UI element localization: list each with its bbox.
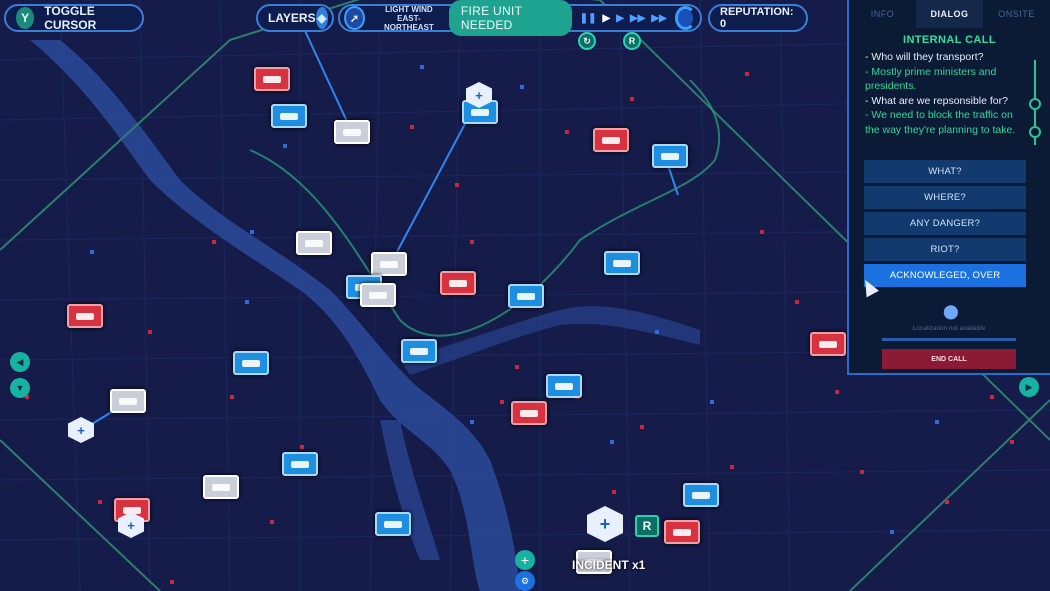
motorcycle-icon[interactable] [110,389,146,413]
fast-icon[interactable]: ▶ [616,13,624,24]
panel-tabs: INFO DIALOG ONSITE [849,0,1050,28]
fire-truck-icon[interactable] [810,332,846,356]
police-van-icon[interactable] [546,374,582,398]
option-where[interactable]: WHERE? [864,186,1026,209]
ambulance-icon[interactable] [334,120,370,144]
scroll-handle-secondary[interactable] [1029,126,1041,138]
police-car-icon[interactable] [375,512,411,536]
police-car-icon[interactable] [233,351,269,375]
ambulance-icon[interactable] [203,475,239,499]
localization-bar [882,338,1016,341]
dialog-line: - What are we repsonsible for? [865,94,1016,109]
status-bar: ➚ LIGHT WIND EAST-NORTHEAST FIRE UNIT NE… [338,4,702,32]
motorcycle-icon[interactable] [282,452,318,476]
toggle-cursor-button[interactable]: Y TOGGLE CURSOR [4,4,144,32]
armored-vehicle-icon[interactable] [508,284,544,308]
fire-truck-icon[interactable] [664,520,700,544]
localization-status: Localization not available [879,325,1019,332]
tab-onsite[interactable]: ONSITE [983,0,1050,28]
game-clock-icon [675,6,696,30]
r-badge-incident[interactable]: R [635,515,659,537]
layers-button[interactable]: LAYERS ◆ [256,4,334,32]
dialog-line: - We need to block the traffic on the wa… [865,108,1016,137]
fire-truck-icon[interactable] [440,271,476,295]
fire-truck-icon[interactable] [593,128,629,152]
gear-icon[interactable]: ⚙ [515,571,535,591]
helicopter-icon[interactable] [371,252,407,276]
police-car-icon[interactable] [271,104,307,128]
reputation-badge: REPUTATION: 0 [708,4,808,32]
incident-label: INCIDENT x1 [572,558,645,572]
fire-truck-icon[interactable] [254,67,290,91]
dialog-line: - Mostly prime ministers and presidents. [865,65,1016,94]
wind-direction-icon[interactable]: ➚ [344,6,365,30]
recenter-icon[interactable]: ↻ [578,32,596,50]
fastest-icon[interactable]: ▶▶ [651,13,666,24]
r-badge-top[interactable]: R [623,32,641,50]
police-car-icon[interactable] [360,283,396,307]
option-what[interactable]: WHAT? [864,160,1026,183]
faster-icon[interactable]: ▶▶ [630,13,645,24]
dialog-line: - Who will they transport? [865,50,1016,65]
chevron-right-icon[interactable]: ▶ [1019,377,1039,397]
fire-truck-icon[interactable] [67,304,103,328]
status-message[interactable]: FIRE UNIT NEEDED [449,0,572,36]
pause-icon[interactable]: ❚❚ [580,13,597,24]
wind-readout: LIGHT WIND EAST-NORTHEAST [375,5,443,32]
call-panel: INFO DIALOG ONSITE INTERNAL CALL - Who w… [847,0,1050,375]
tab-info[interactable]: INFO [849,0,916,28]
helicopter-icon[interactable] [401,339,437,363]
tab-dialog[interactable]: DIALOG [916,0,983,28]
dialog-transcript: - Who will they transport? - Mostly prim… [849,46,1024,138]
police-car-icon[interactable] [683,483,719,507]
location-pin-icon: ⬤ [943,303,959,320]
toggle-cursor-label: TOGGLE CURSOR [44,4,132,32]
police-car-icon[interactable] [652,144,688,168]
y-key-icon: Y [16,7,34,29]
scroll-handle[interactable] [1029,98,1041,110]
option-riot[interactable]: RIOT? [864,238,1026,261]
option-any-danger[interactable]: ANY DANGER? [864,212,1026,235]
motorcycle-icon[interactable] [296,231,332,255]
call-title: INTERNAL CALL [849,34,1050,46]
reputation-label: REPUTATION: 0 [720,6,796,30]
dialog-options: WHAT? WHERE? ANY DANGER? RIOT? ACKNOWLEG… [864,160,1026,290]
end-call-button[interactable]: END CALL [882,349,1016,369]
add-unit-icon[interactable]: + [515,550,535,570]
wind-strength: LIGHT WIND [385,5,433,14]
fire-truck-icon[interactable] [511,401,547,425]
option-acknowledged[interactable]: ACKNOWLEGED, OVER [864,264,1026,287]
speed-controls: ❚❚ ▶ ▶ ▶▶ ▶▶ [580,13,667,24]
wind-direction: EAST-NORTHEAST [384,14,434,32]
chevron-down-icon[interactable]: ▼ [10,378,30,398]
armored-vehicle-icon[interactable] [604,251,640,275]
layers-label: LAYERS [268,11,316,25]
layers-icon: ◆ [316,7,328,29]
play-icon[interactable]: ▶ [603,13,611,24]
chevron-left-icon[interactable]: ◀ [10,352,30,372]
